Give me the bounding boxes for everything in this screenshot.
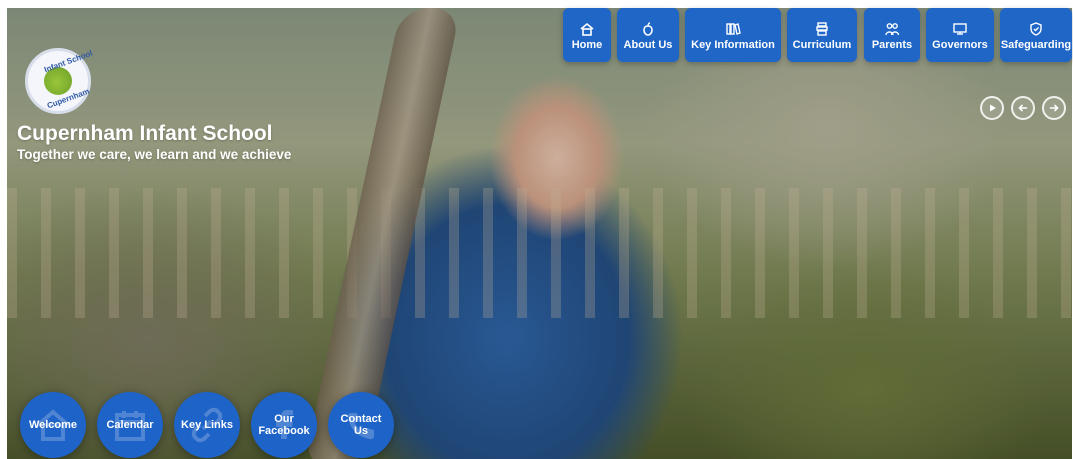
nav-parents-button[interactable]: Parents bbox=[864, 8, 920, 62]
quick-link-contact[interactable]: Contact Us bbox=[328, 392, 394, 458]
quick-link-calendar[interactable]: Calendar bbox=[97, 392, 163, 458]
books-icon bbox=[726, 23, 741, 35]
school-tagline: Together we care, we learn and we achiev… bbox=[17, 147, 292, 162]
quick-link-facebook-label: Our Facebook bbox=[258, 413, 310, 437]
nav-key-information-button[interactable]: Key Information bbox=[685, 8, 781, 62]
nav-home-label: Home bbox=[571, 39, 603, 51]
arrow-right-icon bbox=[1049, 104, 1059, 112]
school-name: Cupernham Infant School bbox=[17, 122, 273, 145]
quick-link-welcome[interactable]: Welcome bbox=[20, 392, 86, 458]
nav-safeguarding-label: Safeguarding bbox=[1000, 39, 1072, 51]
quick-link-calendar-label: Calendar bbox=[106, 419, 154, 431]
arrow-left-icon bbox=[1018, 104, 1028, 112]
hero-slideshow-image bbox=[7, 8, 1072, 459]
people-icon bbox=[885, 23, 900, 36]
nav-governors-button[interactable]: Governors bbox=[926, 8, 994, 62]
hero-overlay bbox=[7, 8, 1072, 459]
stack-icon bbox=[816, 22, 828, 36]
nav-about-button[interactable]: About Us bbox=[617, 8, 679, 62]
school-logo[interactable]: Infant School Cupernham bbox=[25, 48, 94, 114]
quick-link-welcome-label: Welcome bbox=[28, 419, 78, 431]
home-icon bbox=[580, 22, 594, 36]
shield-icon bbox=[1030, 22, 1042, 36]
quick-link-contact-label: Contact Us bbox=[340, 413, 382, 437]
nav-key-information-label: Key Information bbox=[691, 39, 775, 51]
nav-parents-label: Parents bbox=[871, 39, 913, 51]
nav-home-button[interactable]: Home bbox=[563, 8, 611, 62]
play-icon bbox=[990, 104, 996, 112]
play-button[interactable] bbox=[980, 96, 1004, 120]
prev-button[interactable] bbox=[1011, 96, 1035, 120]
nav-curriculum-label: Curriculum bbox=[792, 39, 852, 51]
nav-about-label: About Us bbox=[623, 39, 673, 51]
quick-link-key-links[interactable]: Key Links bbox=[174, 392, 240, 458]
nav-governors-label: Governors bbox=[932, 39, 988, 51]
apple-icon bbox=[643, 22, 653, 36]
board-icon bbox=[953, 23, 967, 35]
quick-link-facebook[interactable]: Our Facebook bbox=[251, 392, 317, 458]
next-button[interactable] bbox=[1042, 96, 1066, 120]
slider-controls bbox=[980, 96, 1070, 122]
nav-curriculum-button[interactable]: Curriculum bbox=[787, 8, 857, 62]
nav-safeguarding-button[interactable]: Safeguarding bbox=[1000, 8, 1072, 62]
quick-link-key-links-label: Key Links bbox=[181, 419, 233, 431]
